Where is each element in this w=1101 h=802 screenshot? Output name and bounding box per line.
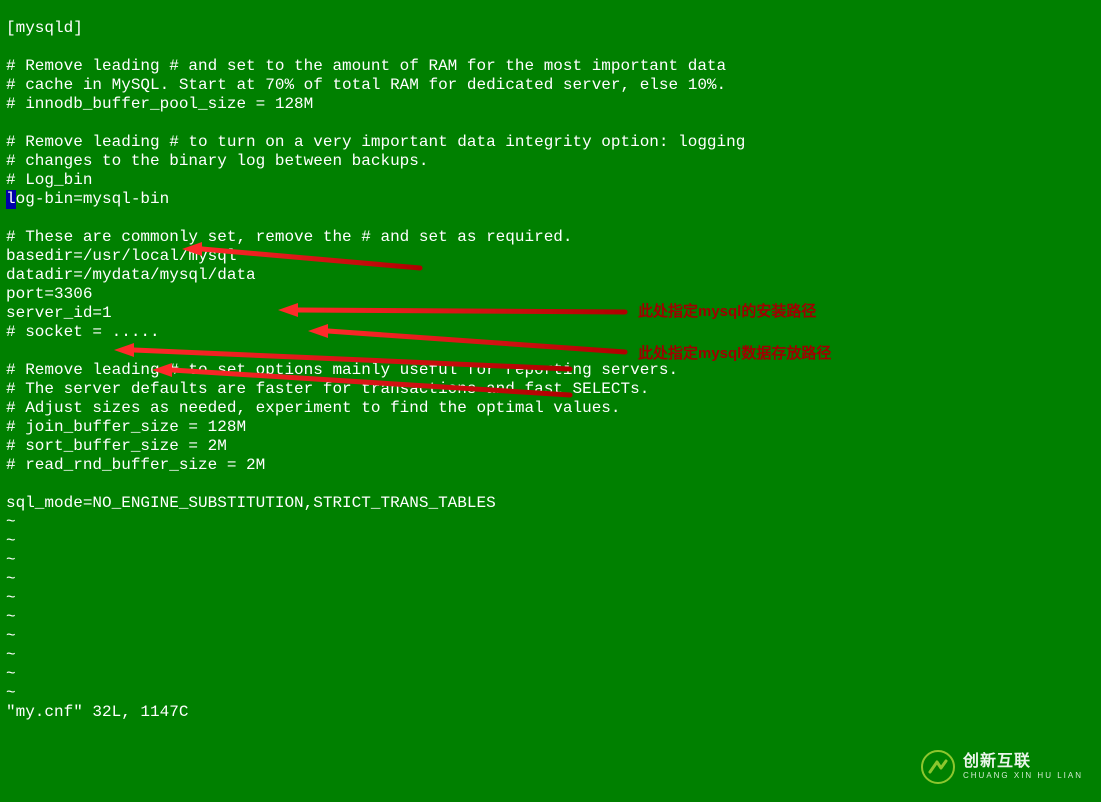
editor-line: basedir=/usr/local/mysql: [6, 247, 1095, 266]
logo-text-en: CHUANG XIN HU LIAN: [963, 772, 1083, 780]
editor-line: # Remove leading # to turn on a very imp…: [6, 133, 1095, 152]
editor-line: ~: [6, 646, 1095, 665]
editor-line: ~: [6, 570, 1095, 589]
editor-line: port=3306: [6, 285, 1095, 304]
editor-line: # Adjust sizes as needed, experiment to …: [6, 399, 1095, 418]
watermark-logo: 创新互联 CHUANG XIN HU LIAN: [921, 750, 1083, 784]
editor-line: [6, 38, 1095, 57]
editor-line: ~: [6, 608, 1095, 627]
vim-status-line: "my.cnf" 32L, 1147C: [6, 703, 1095, 722]
logo-text-cn: 创新互联: [963, 754, 1083, 770]
editor-line: ~: [6, 589, 1095, 608]
editor-line: ~: [6, 665, 1095, 684]
editor-line: server_id=1: [6, 304, 1095, 323]
annotation-data-path: 此处指定mysql数据存放路径: [638, 344, 831, 363]
editor-line: datadir=/mydata/mysql/data: [6, 266, 1095, 285]
editor-line: [mysqld]: [6, 19, 1095, 38]
editor-line: # sort_buffer_size = 2M: [6, 437, 1095, 456]
editor-line: # innodb_buffer_pool_size = 128M: [6, 95, 1095, 114]
annotation-install-path: 此处指定mysql的安装路径: [638, 302, 816, 321]
editor-line: [6, 209, 1095, 228]
editor-line: # changes to the binary log between back…: [6, 152, 1095, 171]
editor-line: # Log_bin: [6, 171, 1095, 190]
editor-line: # cache in MySQL. Start at 70% of total …: [6, 76, 1095, 95]
terminal-editor[interactable]: [mysqld] # Remove leading # and set to th…: [0, 0, 1101, 722]
editor-line: ~: [6, 627, 1095, 646]
editor-line: # The server defaults are faster for tra…: [6, 380, 1095, 399]
editor-line: [6, 0, 1095, 19]
editor-line: # These are commonly set, remove the # a…: [6, 228, 1095, 247]
editor-line: ~: [6, 551, 1095, 570]
editor-line: [6, 342, 1095, 361]
editor-line: # Remove leading # and set to the amount…: [6, 57, 1095, 76]
editor-line: # socket = .....: [6, 323, 1095, 342]
logo-icon: [921, 750, 955, 784]
editor-line: sql_mode=NO_ENGINE_SUBSTITUTION,STRICT_T…: [6, 494, 1095, 513]
editor-line: # Remove leading # to set options mainly…: [6, 361, 1095, 380]
editor-line: [6, 475, 1095, 494]
editor-line: # read_rnd_buffer_size = 2M: [6, 456, 1095, 475]
editor-line: log-bin=mysql-bin: [6, 190, 1095, 209]
editor-line: ~: [6, 532, 1095, 551]
editor-line: # join_buffer_size = 128M: [6, 418, 1095, 437]
editor-line: ~: [6, 684, 1095, 703]
cursor: l: [6, 190, 16, 209]
editor-line: [6, 114, 1095, 133]
editor-line: ~: [6, 513, 1095, 532]
